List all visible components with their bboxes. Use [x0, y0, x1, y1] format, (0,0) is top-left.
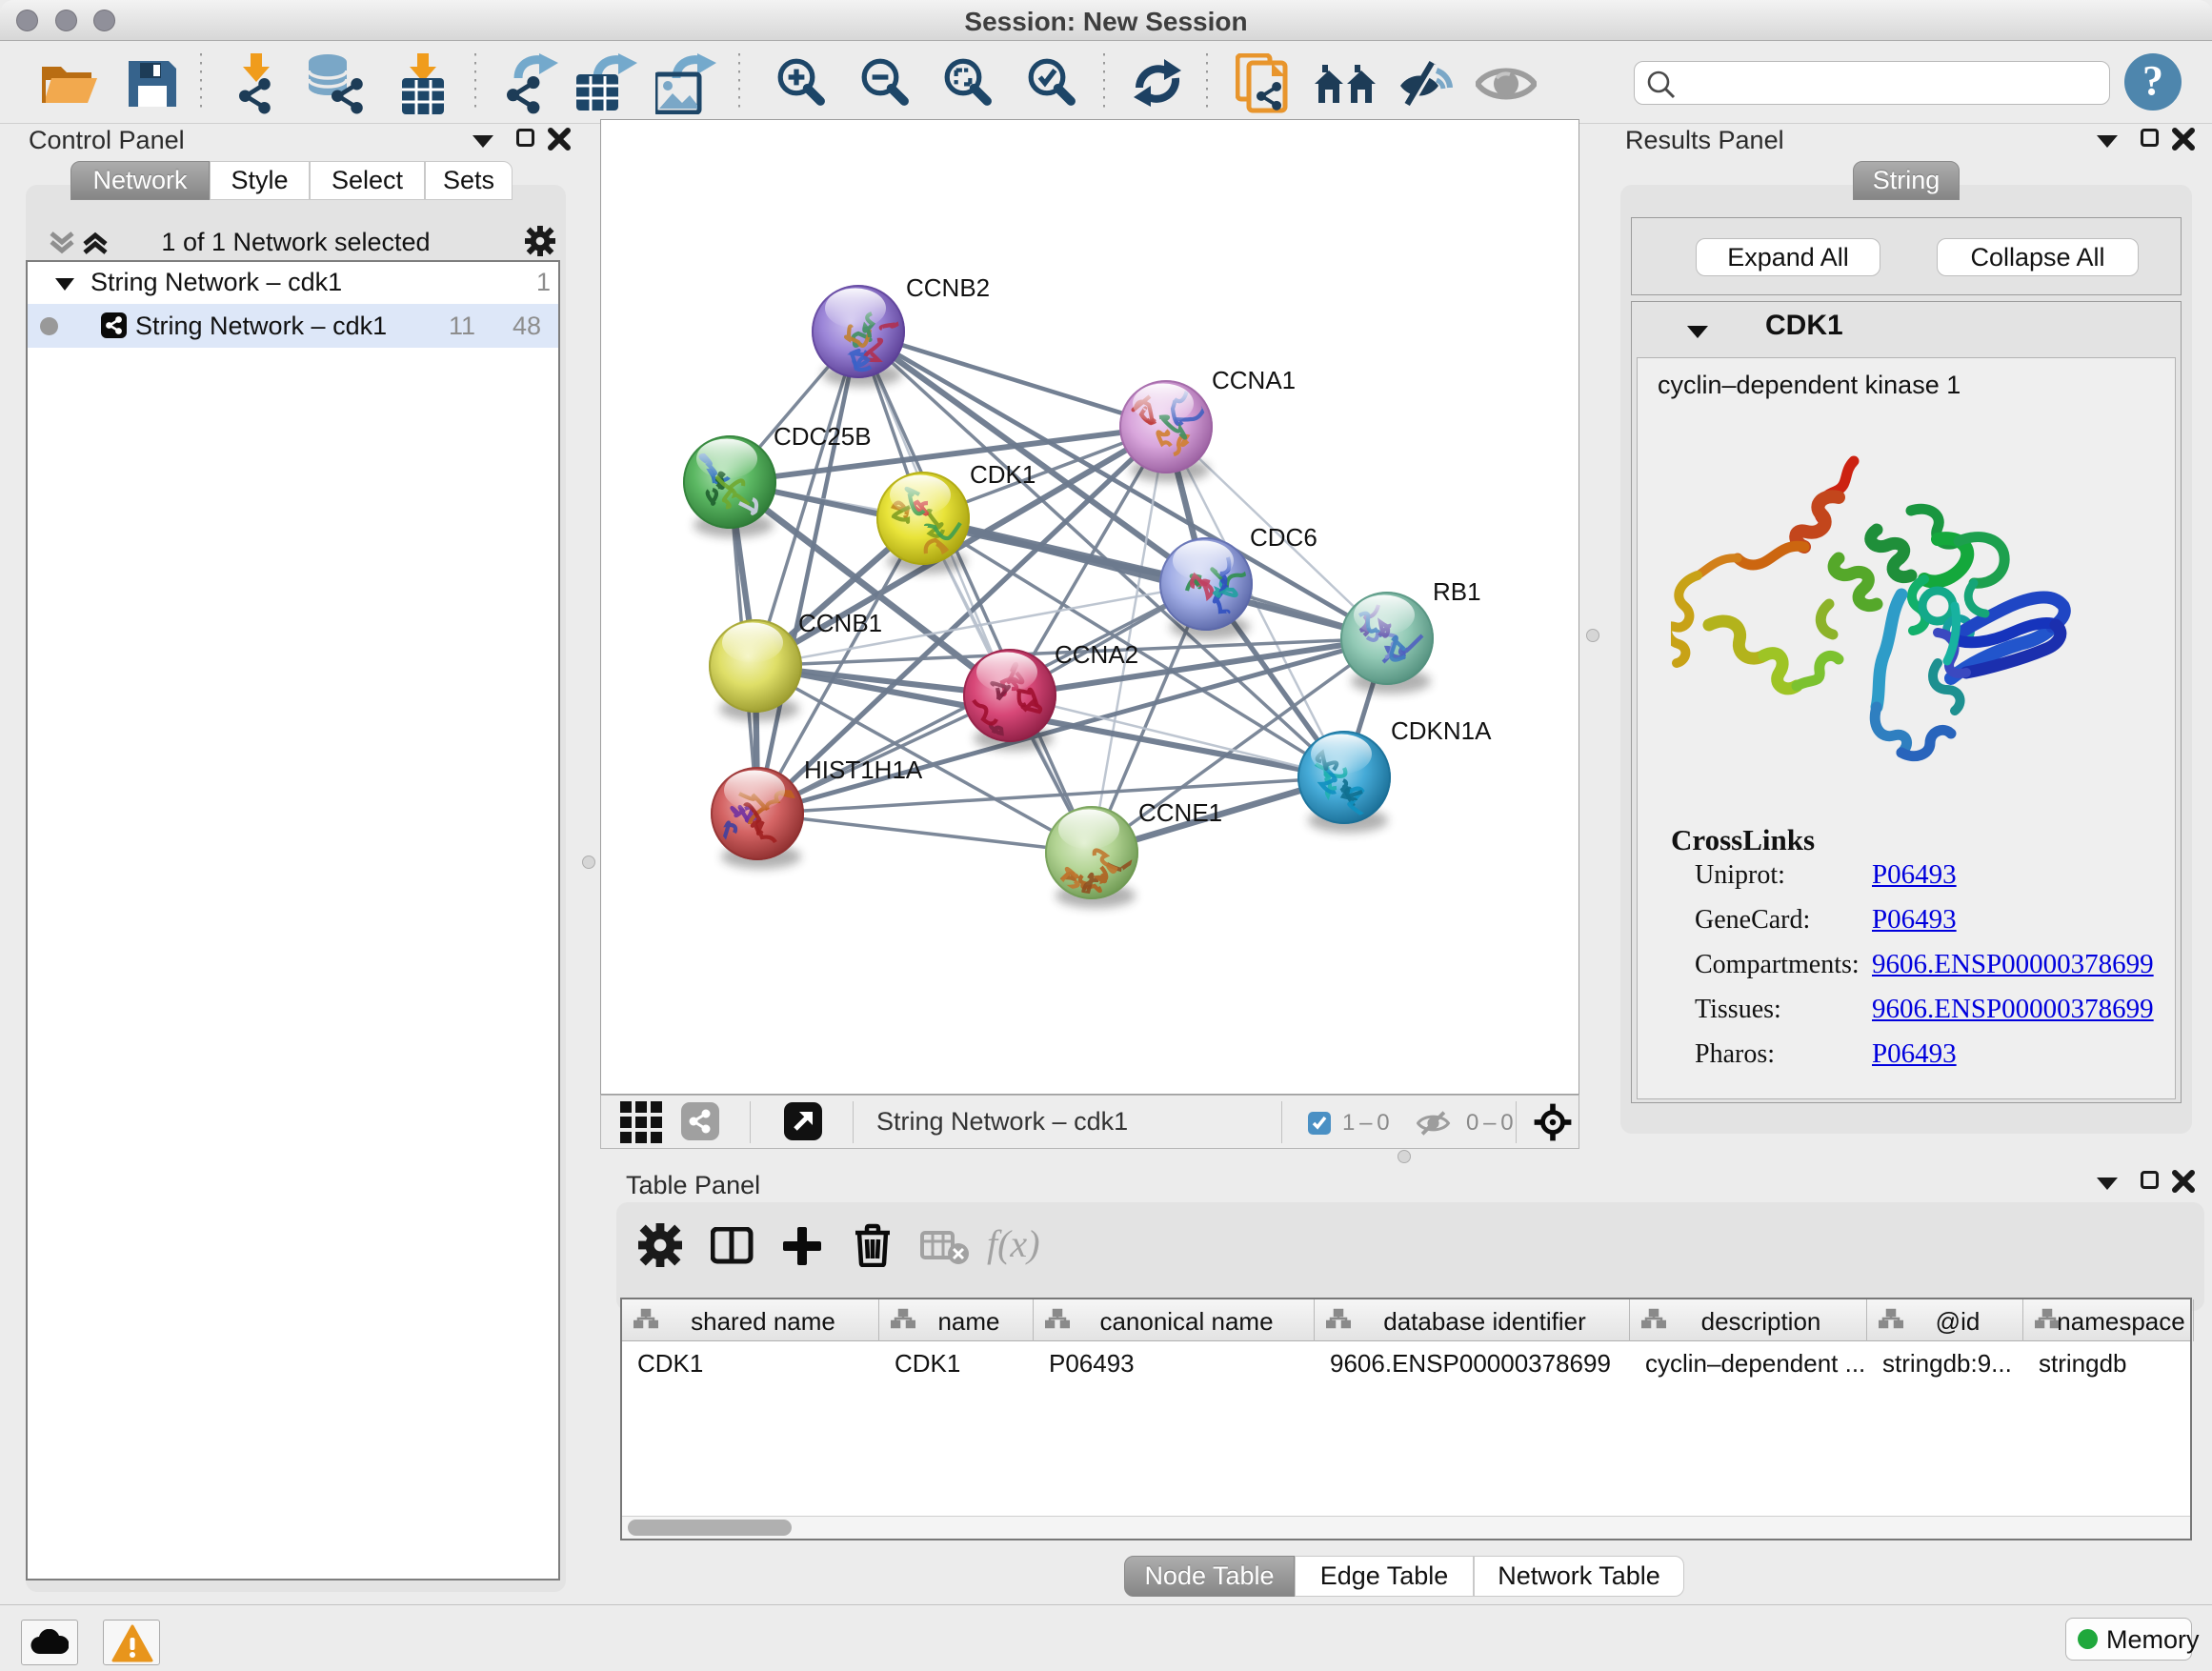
svg-text:CDC25B: CDC25B	[774, 422, 872, 451]
svg-text:CCNA2: CCNA2	[1055, 640, 1138, 669]
svg-text:CCNB1: CCNB1	[798, 609, 882, 637]
svg-text:CDKN1A: CDKN1A	[1391, 716, 1492, 745]
svg-text:RB1: RB1	[1433, 577, 1481, 606]
svg-text:CDC6: CDC6	[1250, 523, 1317, 552]
svg-text:CDK1: CDK1	[970, 460, 1036, 489]
svg-text:CCNB2: CCNB2	[906, 273, 990, 302]
svg-text:CCNE1: CCNE1	[1138, 798, 1222, 827]
svg-text:CCNA1: CCNA1	[1212, 366, 1296, 394]
svg-text:HIST1H1A: HIST1H1A	[804, 755, 923, 784]
